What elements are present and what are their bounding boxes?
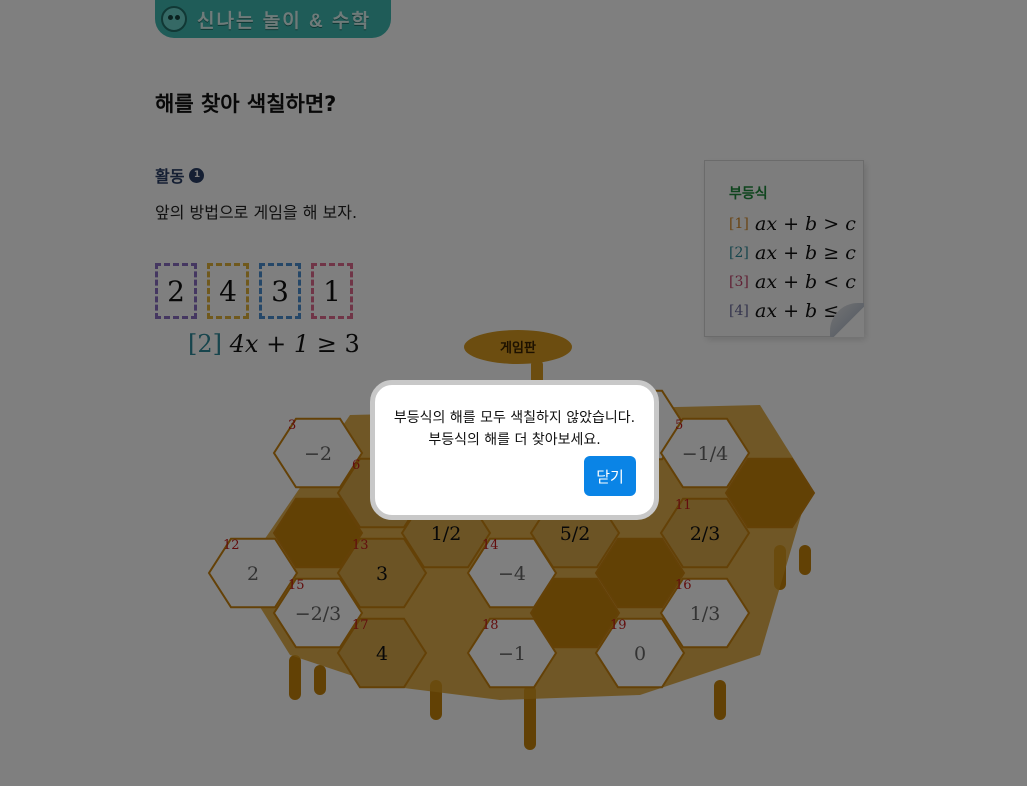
dialog-line-1: 부등식의 해를 모두 색칠하지 않았습니다.	[393, 410, 636, 426]
dialog-message: 부등식의 해를 모두 색칠하지 않았습니다. 부등식의 해를 더 찾아보세요.	[375, 407, 654, 451]
dialog-line-2: 부등식의 해를 더 찾아보세요.	[428, 432, 601, 448]
alert-dialog: 부등식의 해를 모두 색칠하지 않았습니다. 부등식의 해를 더 찾아보세요. …	[370, 380, 659, 520]
close-button[interactable]: 닫기	[584, 456, 636, 496]
